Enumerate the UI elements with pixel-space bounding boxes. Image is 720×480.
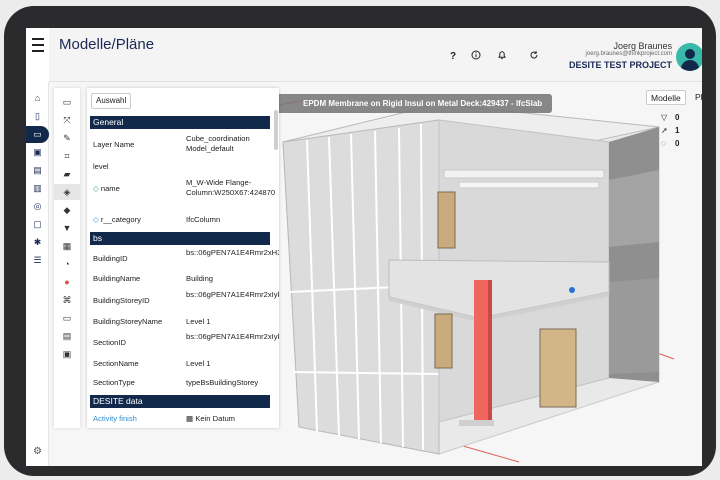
prop-value: bs::06gPEN7A1E4Rmr2xH3HqMD (186, 248, 279, 257)
help-icon[interactable]: ? (446, 50, 460, 64)
home-icon[interactable]: ⌂ (26, 90, 49, 107)
comment-tool-icon[interactable]: ▭ (54, 94, 80, 110)
user-email: joerg.braunes@thinkproject.com (585, 51, 672, 57)
filter-tool-icon[interactable]: ▼ (54, 220, 80, 236)
prop-value: bs::06gPEN7A1E4Rmr2xIykBil (186, 332, 279, 341)
fit-view-icon[interactable]: ⤧ (54, 112, 80, 128)
hidden-count: 0 (675, 139, 680, 148)
prop-key: BuildingStoreyID (93, 296, 150, 305)
filter-icon: ▽ (661, 113, 668, 122)
calendar-icon: ▦ (186, 414, 194, 423)
section-bs[interactable]: bs (90, 232, 270, 245)
prop-value: Level 1 (186, 359, 211, 368)
table-icon[interactable]: ☰ (26, 252, 49, 269)
prop-value: Cube_coordination Model_default (186, 134, 250, 153)
prop-value: bs::06gPEN7A1E4Rmr2xIykBil (186, 290, 279, 299)
network-icon[interactable]: ⌘ (54, 292, 80, 308)
activity-finish-link[interactable]: Activity finish (93, 414, 137, 423)
model-icon[interactable]: ▭ (26, 126, 49, 143)
gift-tool-icon[interactable]: ▣ (54, 346, 80, 362)
spreadsheet-icon[interactable]: ▦ (54, 238, 80, 254)
hidden-counter[interactable]: ◌ 0 (661, 139, 679, 148)
color-dots-icon[interactable]: ● (54, 274, 80, 290)
selected-count: 1 (675, 126, 680, 135)
tablet-background: Modelle/Pläne ? Joerg Braunes joerg.brau… (0, 0, 720, 480)
hidden-eye-icon: ◌ (661, 139, 666, 148)
chat-tool-icon[interactable]: ▭ (54, 310, 80, 326)
avatar-body (681, 60, 699, 71)
filter-count: 0 (675, 113, 680, 122)
avatar-head (685, 49, 695, 59)
app-screen: Modelle/Pläne ? Joerg Braunes joerg.brau… (26, 28, 702, 466)
prop-value: Building (186, 274, 214, 283)
scrollbar[interactable] (274, 110, 278, 150)
user-name: Joerg Braunes (613, 41, 672, 51)
tool-column: ▭ ⤧ ✎ ⌗ ▰ ◈ ◆ ▼ ▦ ◔ ● ⌘ ▭ ▤ ▣ (54, 88, 80, 428)
selected-counter[interactable]: ➚ 1 (661, 126, 679, 135)
prop-key: SectionType (93, 378, 135, 387)
prop-value: M_W-Wide Flange-Column:W250X67:424870 (186, 178, 276, 197)
asterisk-icon[interactable]: ✱ (26, 234, 49, 251)
prop-value: typeBsBuildingStorey (186, 378, 259, 387)
crop-icon[interactable]: ⌗ (54, 148, 80, 164)
chat-icon[interactable]: ▢ (26, 216, 49, 233)
settings-icon[interactable]: ⚙ (26, 446, 49, 457)
report-icon[interactable]: ▤ (26, 162, 49, 179)
model-viewer[interactable]: EPDM Membrane on Rigid Insul on Metal De… (49, 82, 702, 466)
markup-pen-icon[interactable]: ✎ (54, 130, 80, 146)
toggle-modelle[interactable]: Modelle (646, 90, 686, 105)
page-title: Modelle/Pläne (59, 36, 155, 53)
prop-key: BuildingID (93, 254, 128, 263)
measure-icon[interactable]: ▰ (54, 166, 80, 182)
document-icon[interactable]: ▯ (26, 108, 49, 125)
filter-counter[interactable]: ▽ 0 (661, 113, 679, 122)
chart-icon[interactable]: ◔ (54, 256, 80, 272)
prop-value: Level 1 (186, 317, 211, 326)
bell-icon[interactable] (495, 50, 509, 64)
prop-key: level (93, 162, 109, 171)
project-name[interactable]: DESITE TEST PROJECT (569, 60, 672, 70)
prop-key: BuildingStoreyName (93, 317, 163, 326)
left-navigation: ⌂ ▯ ▭ ▣ ▤ ▥ ◎ ▢ ✱ ☰ (26, 82, 49, 466)
section-general[interactable]: General (90, 116, 270, 129)
location-icon[interactable]: ◎ (26, 198, 49, 215)
refresh-icon[interactable] (527, 50, 541, 64)
clipboard-icon[interactable]: ▥ (26, 180, 49, 197)
prop-key: SectionName (93, 359, 139, 368)
section-desite-data[interactable]: DESITE data (90, 395, 270, 408)
tags-icon: ◇ (93, 215, 99, 224)
prop-value: ▦ Kein Datum (186, 414, 235, 423)
info-icon[interactable] (469, 50, 483, 64)
cursor-icon: ➚ (661, 126, 668, 135)
gift-icon[interactable]: ▣ (26, 144, 49, 161)
tablet-frame: Modelle/Pläne ? Joerg Braunes joerg.brau… (4, 6, 716, 476)
document-tool-icon[interactable]: ▤ (54, 328, 80, 344)
properties-panel: Auswahl General Layer Name Cube_coordina… (87, 88, 279, 428)
tag-tool-icon[interactable]: ◈ (54, 184, 80, 200)
hamburger-icon (31, 36, 44, 54)
prop-key: ◇ name (93, 184, 120, 193)
prop-key: SectionID (93, 338, 126, 347)
prop-key: Layer Name (93, 140, 135, 149)
prop-key: BuildingName (93, 274, 141, 283)
prop-value: IfcColumn (186, 215, 221, 224)
avatar[interactable] (676, 43, 702, 71)
top-header: Modelle/Pläne ? Joerg Braunes joerg.brau… (26, 28, 702, 82)
toggle-plaene[interactable]: Pläne (691, 90, 702, 105)
menu-button[interactable] (26, 28, 49, 82)
tag-icon: ◇ (93, 184, 99, 193)
auswahl-button[interactable]: Auswahl (91, 93, 132, 109)
prop-key: ◇ r__category (93, 215, 141, 224)
selection-title: EPDM Membrane on Rigid Insul on Metal De… (273, 94, 553, 113)
layers-icon[interactable]: ◆ (54, 202, 80, 218)
